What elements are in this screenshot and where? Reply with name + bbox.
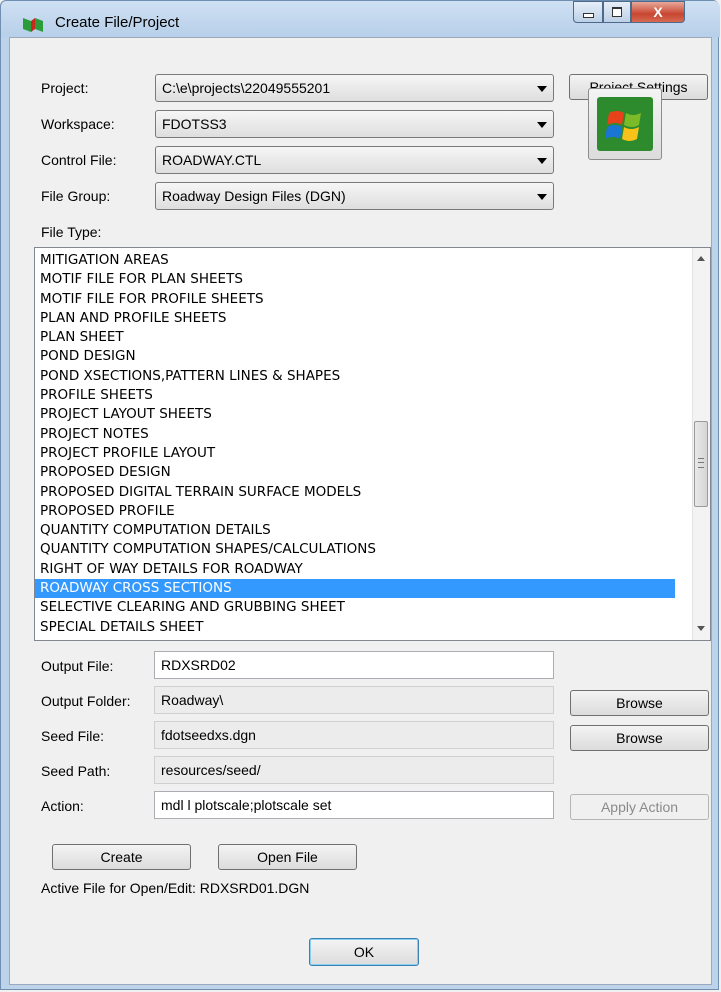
maximize-button[interactable] [603,1,631,23]
list-item[interactable]: PLAN AND PROFILE SHEETS [35,309,675,328]
scroll-down-arrow-icon[interactable] [697,626,705,631]
active-file-status: Active File for Open/Edit: RDXSRD01.DGN [41,880,310,896]
file-type-label: File Type: [41,224,102,240]
ok-button[interactable]: OK [309,938,419,966]
title-bar[interactable]: Create File/Project X [1,1,720,37]
seed-file-label: Seed File: [41,728,105,744]
apply-action-button[interactable]: Apply Action [570,794,709,820]
file-type-items: MITIGATION AREAS MOTIF FILE FOR PLAN SHEE… [35,251,675,637]
action-input[interactable]: mdl l plotscale;plotscale set [154,791,554,819]
minimize-button[interactable] [573,1,603,23]
list-item[interactable]: POND DESIGN [35,347,675,366]
output-file-input[interactable]: RDXSRD02 [154,651,554,679]
scroll-up-arrow-icon[interactable] [697,256,705,261]
list-item[interactable]: PROPOSED DIGITAL TERRAIN SURFACE MODELS [35,483,675,502]
chevron-down-icon [537,86,547,92]
browse-seed-file-button[interactable]: Browse [570,725,709,751]
control-file-value: ROADWAY.CTL [162,152,262,168]
seed-path-label: Seed Path: [41,763,111,779]
grip-icon [698,458,704,468]
control-file-dropdown[interactable]: ROADWAY.CTL [155,146,554,174]
file-group-value: Roadway Design Files (DGN) [162,188,346,204]
maximize-icon [612,7,622,17]
workspace-dropdown[interactable]: FDOTSS3 [155,110,554,138]
close-button[interactable]: X [631,1,685,23]
list-item[interactable]: PROJECT PROFILE LAYOUT [35,444,675,463]
workspace-label: Workspace: [41,116,115,132]
vertical-scrollbar[interactable] [692,248,710,640]
list-item[interactable]: QUANTITY COMPUTATION DETAILS [35,521,675,540]
list-item[interactable]: SELECTIVE CLEARING AND GRUBBING SHEET [35,598,675,617]
output-folder-field: Roadway\ [154,686,554,714]
open-file-button[interactable]: Open File [218,844,357,870]
chevron-down-icon [537,194,547,200]
list-item[interactable]: MOTIF FILE FOR PROFILE SHEETS [35,290,675,309]
output-file-label: Output File: [41,658,114,674]
list-item[interactable]: SPECIAL DETAILS SHEET [35,618,675,637]
list-item[interactable]: PROPOSED DESIGN [35,463,675,482]
file-type-listbox[interactable]: MITIGATION AREAS MOTIF FILE FOR PLAN SHEE… [34,247,711,641]
output-folder-label: Output Folder: [41,693,131,709]
create-button[interactable]: Create [52,844,191,870]
windows-logo-icon [597,97,653,151]
file-group-dropdown[interactable]: Roadway Design Files (DGN) [155,182,554,210]
action-label: Action: [41,798,84,814]
project-value: C:\e\projects\22049555201 [162,80,331,96]
list-item[interactable]: PROJECT NOTES [35,425,675,444]
list-item[interactable]: PROFILE SHEETS [35,386,675,405]
scrollbar-thumb[interactable] [694,421,708,507]
close-icon: X [653,4,663,20]
file-group-label: File Group: [41,188,111,204]
list-item[interactable]: POND XSECTIONS,PATTERN LINES & SHAPES [35,367,675,386]
list-item[interactable]: MOTIF FILE FOR PLAN SHEETS [35,270,675,289]
list-item[interactable]: RIGHT OF WAY DETAILS FOR ROADWAY [35,560,675,579]
list-item[interactable]: PROJECT LAYOUT SHEETS [35,405,675,424]
chevron-down-icon [537,122,547,128]
control-file-label: Control File: [41,152,117,168]
project-label: Project: [41,80,89,96]
window-title: Create File/Project [55,14,180,31]
browse-output-folder-button[interactable]: Browse [570,690,709,716]
list-item[interactable]: PLAN SHEET [35,328,675,347]
chevron-down-icon [537,158,547,164]
workspace-value: FDOTSS3 [162,116,227,132]
list-item[interactable]: MITIGATION AREAS [35,251,675,270]
minimize-icon [582,12,594,18]
list-item[interactable]: QUANTITY COMPUTATION SHAPES/CALCULATIONS [35,540,675,559]
caption-buttons: X [573,1,685,23]
seed-path-field: resources/seed/ [154,756,554,784]
project-dropdown[interactable]: C:\e\projects\22049555201 [155,74,554,102]
list-item[interactable]: PROPOSED PROFILE [35,502,675,521]
seed-file-field: fdotseedxs.dgn [154,721,554,749]
list-item[interactable]: ROADWAY CROSS SECTIONS [35,579,675,599]
windows-logo-button[interactable] [588,88,662,160]
dialog-window: Create File/Project X Project: C:\e\proj… [0,0,720,990]
app-logo-icon [23,18,43,32]
